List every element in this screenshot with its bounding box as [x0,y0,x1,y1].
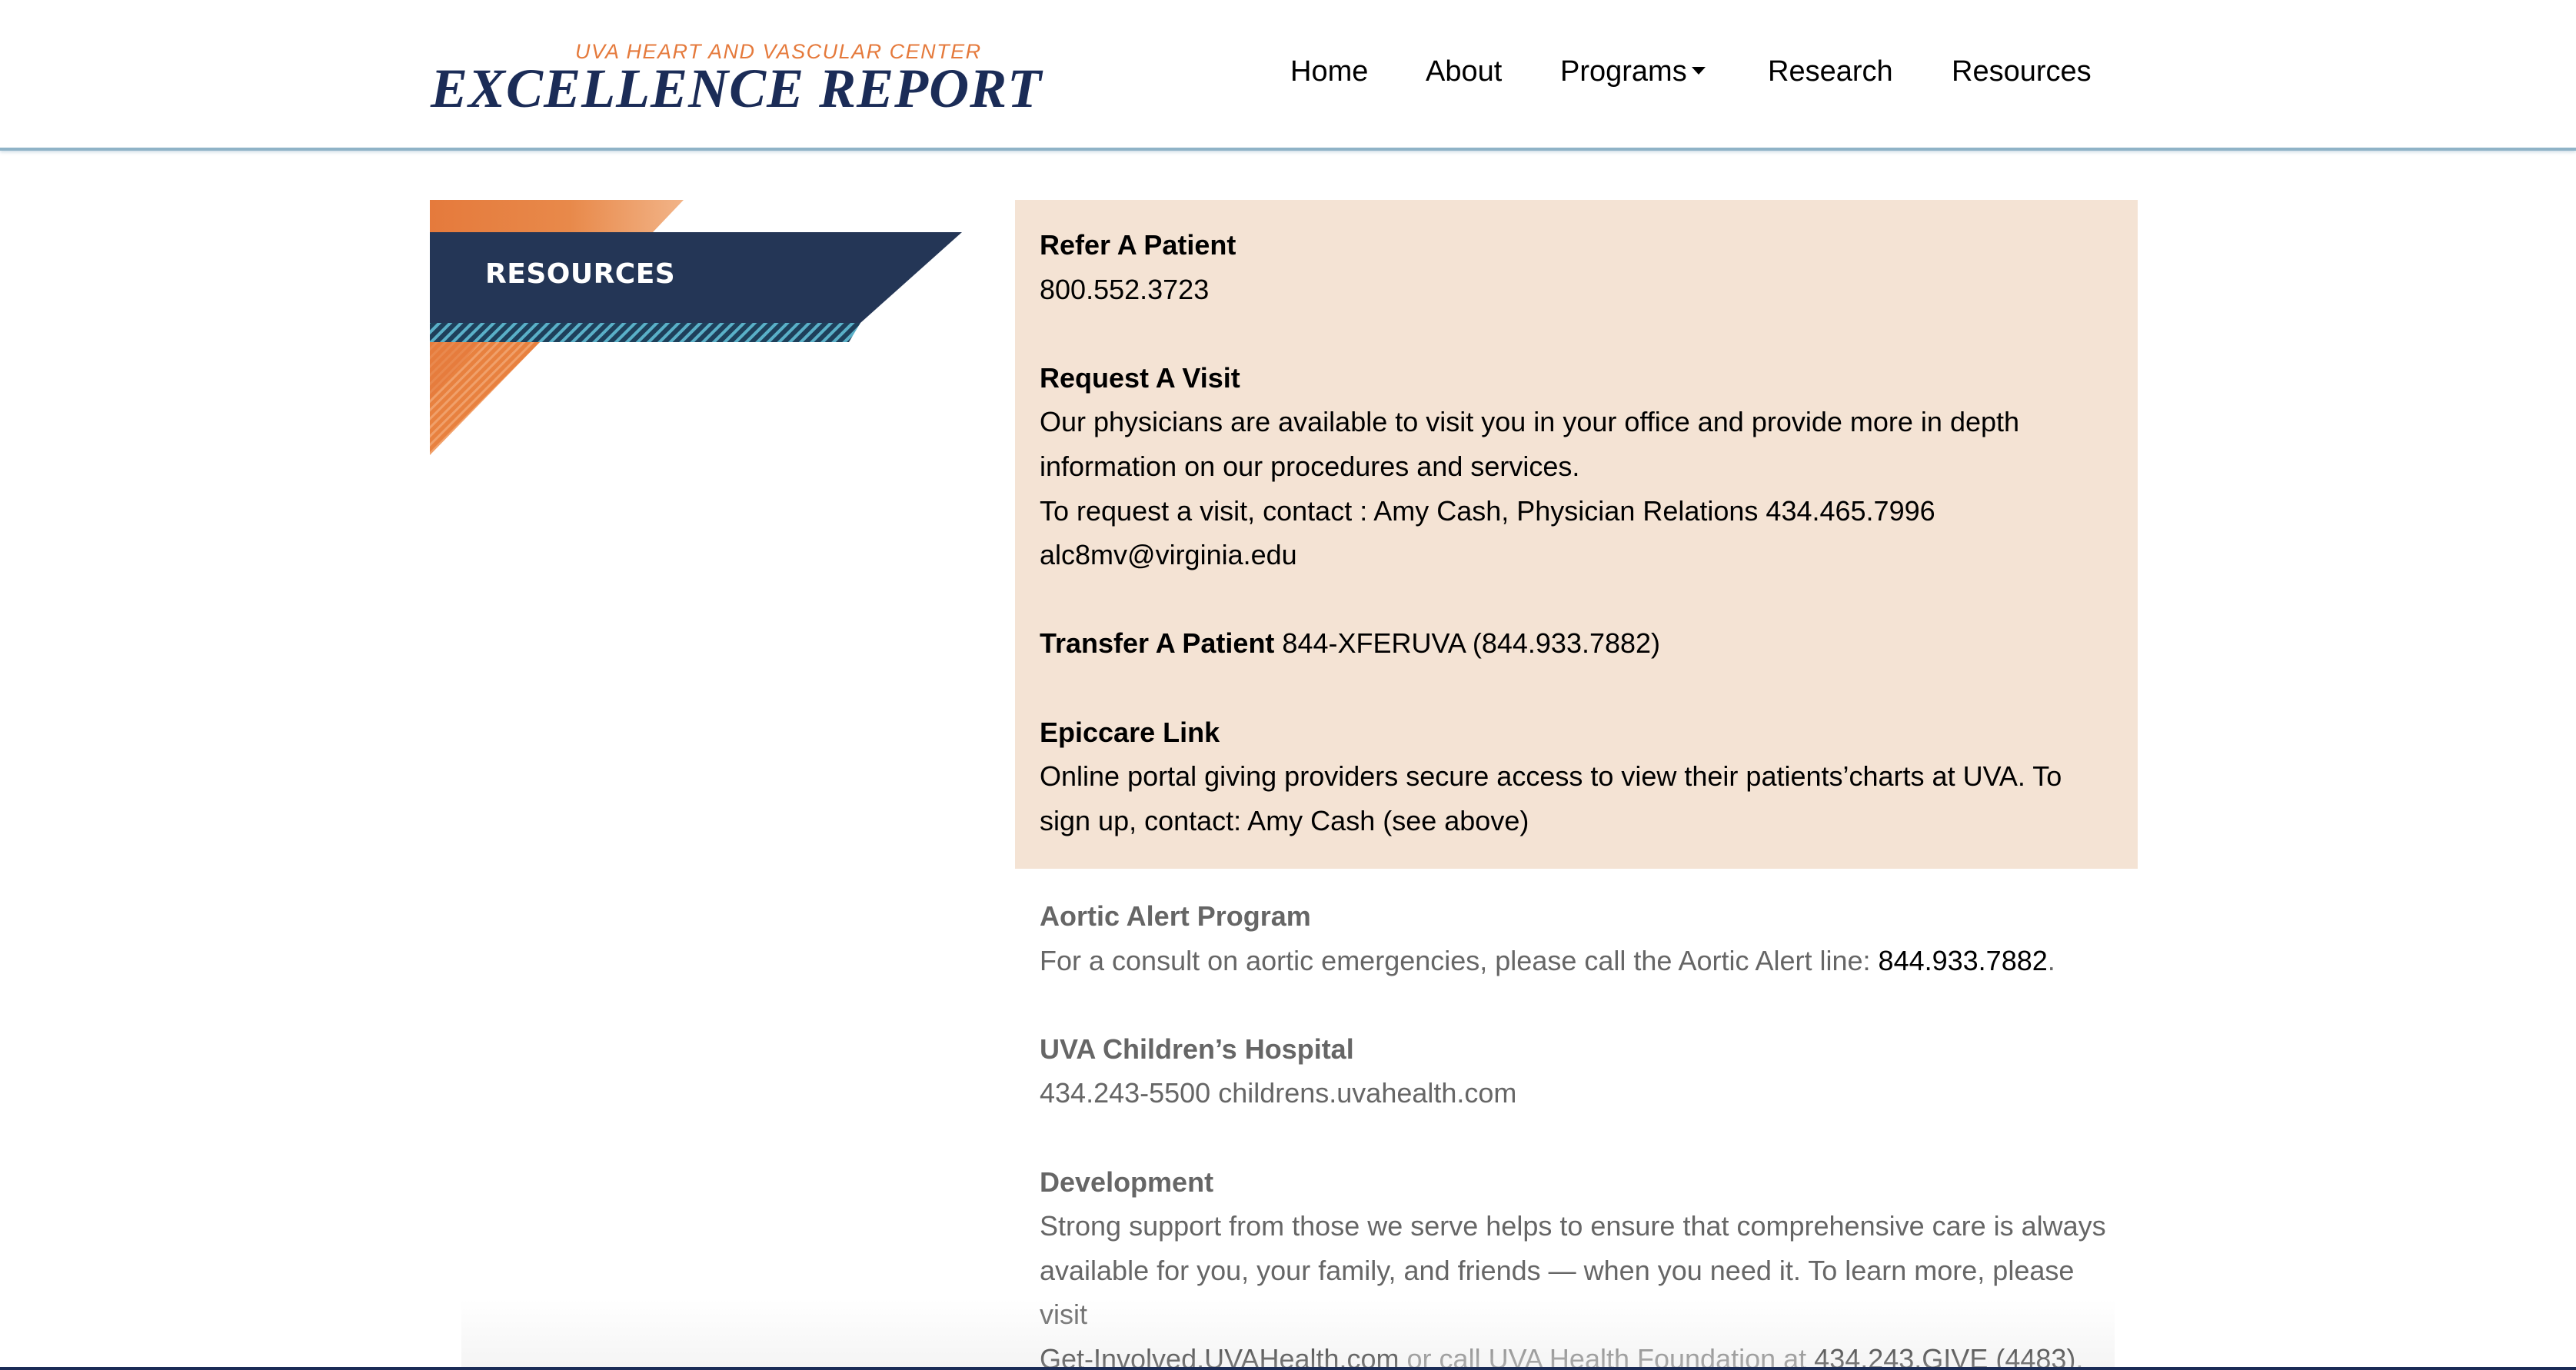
section-banner: RESOURCES [430,200,968,455]
refer-phone[interactable]: 800.552.3723 [1040,268,2113,312]
epic-text-2: sign up, contact: Amy Cash (see above) [1040,804,1529,836]
aortic-text: For a consult on aortic emergencies, ple… [1040,939,2124,983]
visit-text-2: information on our procedures and servic… [1040,450,1580,482]
banner-graphic [430,200,962,455]
visit-title: Request A Visit [1040,361,1240,394]
visit-contact: To request a visit, contact : Amy Cash, … [1040,494,1935,527]
transfer-row: Transfer A Patient 844-XFERUVA (844.933.… [1040,621,2113,666]
transfer-phone[interactable]: 844-XFERUVA (844.933.7882) [1274,627,1660,659]
bottom-border [0,1367,2576,1370]
nav-programs[interactable]: Programs [1560,55,1706,88]
epic-title: Epiccare Link [1040,716,1220,748]
childrens-title: UVA Children’s Hospital [1040,1032,1354,1065]
development-text-4: Get-Involved.UVAHealth.com or call UVA H… [1040,1337,2124,1370]
nav-home[interactable]: Home [1290,55,1368,88]
resources-list: Aortic Alert Program For a consult on ao… [1040,894,2124,1370]
development-period: . [2075,1342,2084,1370]
banner-title: RESOURCES [485,258,676,290]
nav-programs-label: Programs [1560,55,1687,88]
visit-email-link[interactable]: alc8mv@virginia.edu [1040,533,2113,577]
nav-resources[interactable]: Resources [1952,55,2092,88]
refer-title: Refer A Patient [1040,229,1236,261]
get-involved-link[interactable]: Get-Involved.UVAHealth.com [1040,1343,1399,1370]
development-text-2: available for you, your family, and frie… [1040,1254,2075,1286]
aortic-period: . [2047,944,2055,976]
referral-info-box: Refer A Patient 800.552.3723 Request A V… [1015,200,2138,869]
childrens-contact-link[interactable]: 434.243-5500 childrens.uvahealth.com [1040,1071,2124,1116]
aortic-phone-link[interactable]: 844.933.7882 [1879,945,2048,976]
development-text-3: visit [1040,1299,1087,1331]
site-logo[interactable]: UVA HEART AND VASCULAR CENTER EXCELLENCE… [431,40,1046,119]
aortic-title: Aortic Alert Program [1040,900,1311,932]
visit-text-1: Our physicians are available to visit yo… [1040,406,2020,438]
chevron-down-icon [1691,67,1706,75]
epic-text-1: Online portal giving providers secure ac… [1040,760,2062,793]
nav-about[interactable]: About [1426,55,1502,88]
transfer-title: Transfer A Patient [1040,627,1275,660]
aortic-desc: For a consult on aortic emergencies, ple… [1040,944,1879,976]
logo-title: EXCELLENCE REPORT [431,58,1043,119]
development-text-1: Strong support from those we serve helps… [1040,1210,2106,1242]
nav-research[interactable]: Research [1768,55,1893,88]
site-header: UVA HEART AND VASCULAR CENTER EXCELLENCE… [0,0,2576,151]
foundation-phone-link[interactable]: 434.243.GIVE (4483) [1814,1343,2075,1370]
development-title: Development [1040,1165,1214,1198]
development-call: or call UVA Health Foundation at [1399,1342,1815,1370]
